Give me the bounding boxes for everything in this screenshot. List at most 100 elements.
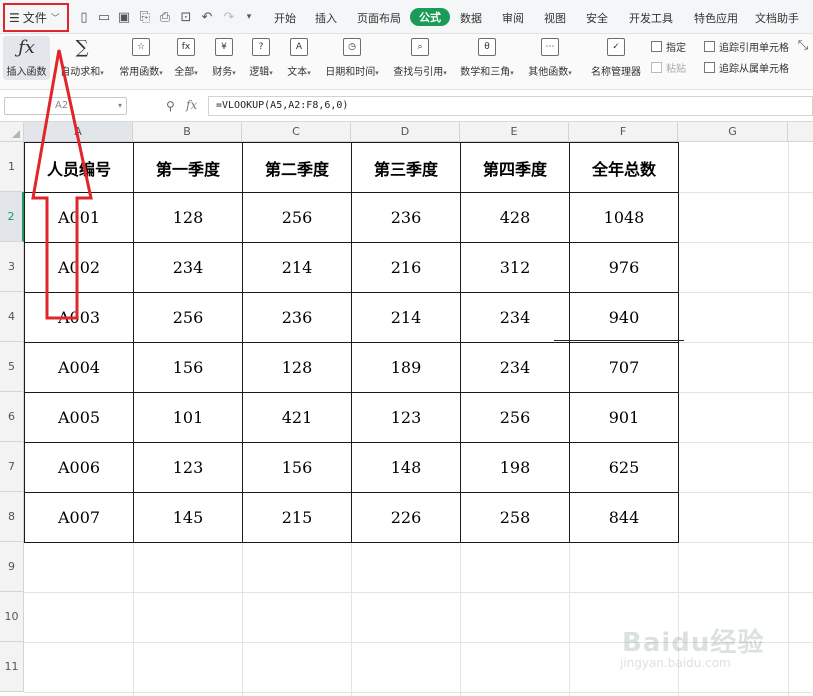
name-box[interactable]: A2 ▾ xyxy=(4,97,127,115)
save-icon[interactable]: ▣ xyxy=(117,10,131,25)
table-cell[interactable]: 全年总数 xyxy=(569,142,679,193)
table-cell[interactable]: A007 xyxy=(24,492,134,543)
table-cell[interactable]: 226 xyxy=(351,492,461,543)
tab-doc-assistant[interactable]: 文档助手 xyxy=(755,10,799,26)
table-cell[interactable]: 234 xyxy=(133,242,243,293)
row-header-7[interactable]: 7 xyxy=(0,442,24,492)
table-cell[interactable]: A005 xyxy=(24,392,134,443)
table-cell[interactable]: 256 xyxy=(242,192,352,243)
table-cell[interactable]: 人员编号 xyxy=(24,142,134,193)
table-cell[interactable]: 234 xyxy=(460,342,570,393)
table-cell[interactable]: 148 xyxy=(351,442,461,493)
table-cell[interactable]: 258 xyxy=(460,492,570,543)
table-cell[interactable]: 128 xyxy=(133,192,243,243)
table-cell[interactable]: A003 xyxy=(24,292,134,343)
open-folder-icon[interactable]: ▭ xyxy=(97,10,111,25)
print-preview-icon[interactable]: ⊡ xyxy=(179,10,193,25)
row-header-8[interactable]: 8 xyxy=(0,492,24,542)
trace-dependents-button[interactable]: 追踪从属单元格 xyxy=(704,60,789,75)
table-cell[interactable]: 第一季度 xyxy=(133,142,243,193)
table-cell[interactable]: A006 xyxy=(24,442,134,493)
table-cell[interactable]: A002 xyxy=(24,242,134,293)
tab-view[interactable]: 视图 xyxy=(544,10,566,26)
table-cell[interactable]: 236 xyxy=(242,292,352,343)
row-header-1[interactable]: 1 xyxy=(0,142,24,192)
new-file-icon[interactable]: ▯ xyxy=(77,10,91,25)
table-cell[interactable]: A004 xyxy=(24,342,134,393)
table-cell[interactable]: 901 xyxy=(569,392,679,443)
file-menu-button[interactable]: ☰ 文件 ﹀ xyxy=(3,3,69,32)
math-trig-button[interactable]: θ 数学和三角▾ xyxy=(457,36,517,80)
table-cell[interactable]: 第二季度 xyxy=(242,142,352,193)
assign-name-button[interactable]: 指定 xyxy=(651,39,686,54)
column-header-g[interactable]: G xyxy=(678,122,788,142)
tab-security[interactable]: 安全 xyxy=(586,10,608,26)
undo-icon[interactable]: ↶ xyxy=(200,10,214,25)
table-cell[interactable]: 第四季度 xyxy=(460,142,570,193)
text-button[interactable]: A 文本▾ xyxy=(284,36,314,80)
column-header-c[interactable]: C xyxy=(242,122,351,142)
table-cell[interactable]: 214 xyxy=(351,292,461,343)
table-cell[interactable]: 844 xyxy=(569,492,679,543)
table-cell[interactable]: 976 xyxy=(569,242,679,293)
row-header-5[interactable]: 5 xyxy=(0,342,24,392)
tab-data[interactable]: 数据 xyxy=(460,10,482,26)
table-cell[interactable]: 428 xyxy=(460,192,570,243)
trace-precedents-button[interactable]: 追踪引用单元格 xyxy=(704,39,789,54)
fx-icon[interactable]: fx xyxy=(186,98,197,112)
column-header-f[interactable]: F xyxy=(569,122,678,142)
tab-start[interactable]: 开始 xyxy=(274,10,296,26)
row-header-11[interactable]: 11 xyxy=(0,642,24,692)
row-header-4[interactable]: 4 xyxy=(0,292,24,342)
format-painter-icon[interactable]: ⎘ xyxy=(138,10,152,25)
table-cell[interactable]: 156 xyxy=(133,342,243,393)
table-cell[interactable]: 625 xyxy=(569,442,679,493)
table-cell[interactable]: 214 xyxy=(242,242,352,293)
tab-page-layout[interactable]: 页面布局 xyxy=(357,10,401,26)
tab-formula[interactable]: 公式 xyxy=(410,8,450,26)
table-cell[interactable]: 123 xyxy=(133,442,243,493)
column-header-h[interactable] xyxy=(788,122,813,142)
table-cell[interactable]: 312 xyxy=(460,242,570,293)
table-cell[interactable]: 145 xyxy=(133,492,243,543)
table-cell[interactable]: 215 xyxy=(242,492,352,543)
table-cell[interactable]: 256 xyxy=(133,292,243,343)
remove-arrows-icon[interactable]: ⤡ xyxy=(796,38,810,53)
column-header-d[interactable]: D xyxy=(351,122,460,142)
common-function-button[interactable]: ☆ 常用函数▾ xyxy=(115,36,167,80)
table-cell[interactable]: 123 xyxy=(351,392,461,443)
table-cell[interactable]: 198 xyxy=(460,442,570,493)
tab-insert[interactable]: 插入 xyxy=(315,10,337,26)
table-cell[interactable]: 156 xyxy=(242,442,352,493)
table-cell[interactable]: 第三季度 xyxy=(351,142,461,193)
insert-function-button[interactable]: ƒx 插入函数 xyxy=(3,36,50,80)
zoom-icon[interactable]: ⚲ xyxy=(166,99,175,113)
row-header-6[interactable]: 6 xyxy=(0,392,24,442)
table-cell[interactable]: 1048 xyxy=(569,192,679,243)
table-cell[interactable]: 128 xyxy=(242,342,352,393)
table-cell[interactable]: 101 xyxy=(133,392,243,443)
paste-name-button[interactable]: 粘贴 xyxy=(651,60,686,75)
finance-button[interactable]: ¥ 财务▾ xyxy=(209,36,239,80)
table-cell[interactable]: 707 xyxy=(569,342,679,393)
row-header-2[interactable]: 2 xyxy=(0,192,24,242)
table-cell[interactable]: 216 xyxy=(351,242,461,293)
all-functions-button[interactable]: fx 全部▾ xyxy=(171,36,201,80)
tab-review[interactable]: 审阅 xyxy=(502,10,524,26)
chevron-down-icon[interactable]: ▾ xyxy=(242,10,256,24)
redo-icon[interactable]: ↷ xyxy=(222,10,236,25)
row-header-10[interactable]: 10 xyxy=(0,592,24,642)
table-cell[interactable]: 236 xyxy=(351,192,461,243)
formula-input[interactable]: =VLOOKUP(A5,A2:F8,6,0) xyxy=(208,96,813,116)
column-header-a[interactable]: A xyxy=(24,122,133,142)
name-manager-button[interactable]: ✓ 名称管理器 xyxy=(590,36,642,80)
table-cell[interactable]: 421 xyxy=(242,392,352,443)
column-header-b[interactable]: B xyxy=(133,122,242,142)
table-cell[interactable]: 189 xyxy=(351,342,461,393)
table-cell[interactable]: 256 xyxy=(460,392,570,443)
column-header-e[interactable]: E xyxy=(460,122,569,142)
tab-special[interactable]: 特色应用 xyxy=(694,10,738,26)
table-cell[interactable]: 234 xyxy=(460,292,570,343)
autosum-button[interactable]: ∑ 自动求和▾ xyxy=(56,36,108,80)
select-all-corner[interactable] xyxy=(0,122,24,142)
